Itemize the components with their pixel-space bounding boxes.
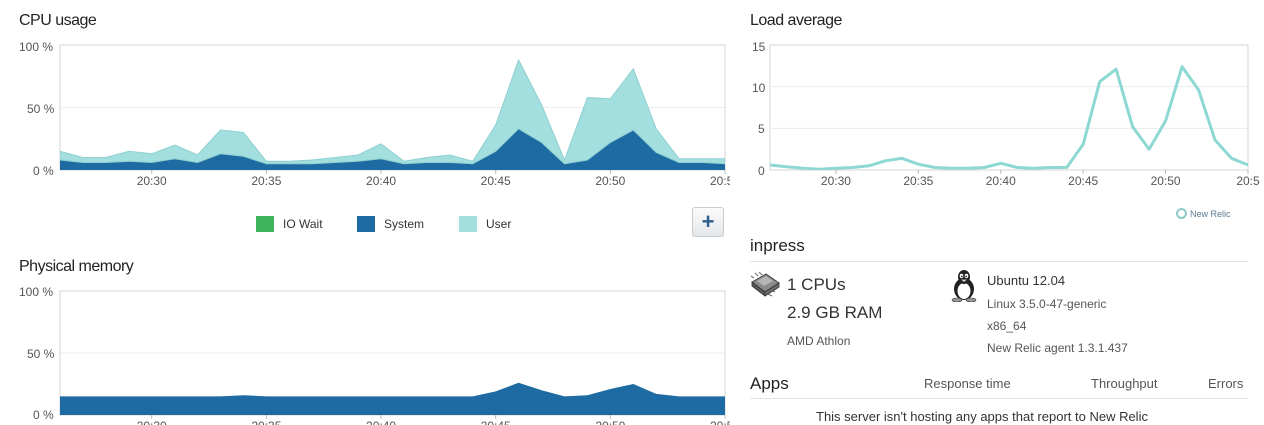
mem-x-tick-label: 20:50 <box>595 419 625 425</box>
server-name: inpress <box>750 236 805 255</box>
cpu-count: 1 CPUs <box>787 275 846 294</box>
load-x-tick-label: 20:50 <box>1151 174 1181 188</box>
apps-column-errors[interactable]: Errors <box>1208 376 1243 391</box>
processor-model: AMD Athlon <box>787 334 851 348</box>
kernel-version: Linux 3.5.0-47-generic <box>987 297 1107 311</box>
ram-amount: 2.9 GB RAM <box>787 303 883 322</box>
agent-version: New Relic agent 1.3.1.437 <box>987 341 1128 355</box>
apps-column-response-time[interactable]: Response time <box>924 376 1011 391</box>
new-relic-ring-icon <box>1176 208 1187 219</box>
apps-title: Apps <box>750 374 789 393</box>
os-name: Ubuntu 12.04 <box>987 273 1066 288</box>
load-x-tick-label: 20:35 <box>903 174 933 188</box>
load-average-chart: 20:30 20:35 20:40 20:45 20:50 20:5 <box>769 44 1260 188</box>
mem-x-tick-label: 20:35 <box>251 419 281 425</box>
load-x-tick-label: 20:45 <box>1068 174 1098 188</box>
mem-x-tick-label: 20:30 <box>137 419 167 425</box>
new-relic-logo[interactable]: New Relic <box>1176 208 1231 219</box>
load-x-tick-label: 20:40 <box>986 174 1016 188</box>
apps-empty-message: This server isn't hosting any apps that … <box>816 409 1148 424</box>
load-x-tick-label: 20:30 <box>821 174 851 188</box>
linux-tux-icon <box>951 270 977 302</box>
memory-chip-icon <box>750 271 780 297</box>
apps-column-throughput[interactable]: Throughput <box>1091 376 1158 391</box>
mem-x-tick-label: 20:40 <box>366 419 396 425</box>
apps-divider <box>750 398 1248 399</box>
load-plot-area <box>769 44 1249 171</box>
load-x-tick-label: 20:5 <box>1236 174 1260 188</box>
mem-x-tick-label: 20:55 <box>710 419 730 425</box>
new-relic-logo-text: New Relic <box>1190 208 1231 219</box>
architecture: x86_64 <box>987 319 1027 333</box>
mem-x-tick-label: 20:45 <box>481 419 511 425</box>
server-divider <box>750 261 1248 262</box>
